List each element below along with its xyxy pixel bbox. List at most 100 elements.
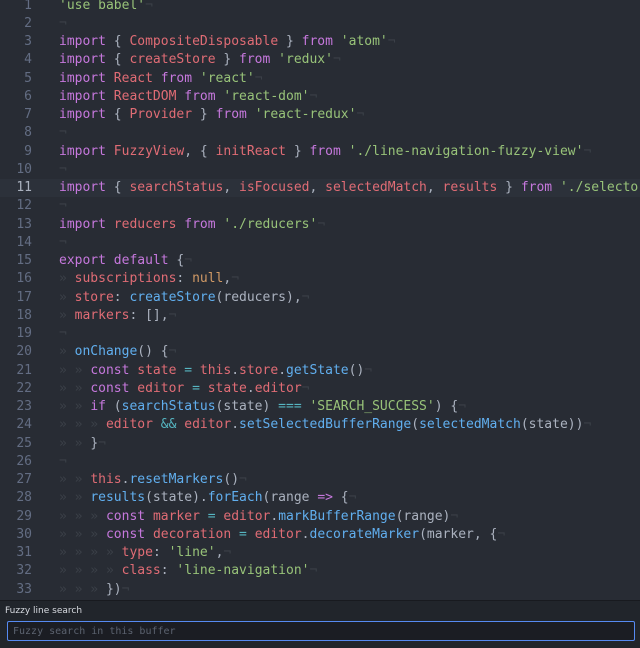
line-code[interactable]: import ReactDOM from 'react-dom'¬ [59, 88, 317, 106]
line-code[interactable]: » onChange() {¬ [59, 343, 176, 361]
line-code[interactable]: import FuzzyView, { initReact } from './… [59, 143, 591, 161]
code-line[interactable]: 24 » » » editor && editor.setSelectedBuff… [0, 416, 640, 434]
line-code[interactable]: ¬ [59, 15, 67, 33]
line-number[interactable]: 2 [0, 15, 32, 33]
line-number[interactable]: 1 [0, 0, 32, 15]
code-line[interactable]: 3 import { CompositeDisposable } from 'at… [0, 33, 640, 51]
line-number[interactable]: 5 [0, 70, 32, 88]
line-number[interactable]: 10 [0, 161, 32, 179]
line-code[interactable]: » » » const marker = editor.markBufferRa… [59, 508, 458, 526]
code-line[interactable]: 6 import ReactDOM from 'react-dom'¬ [0, 88, 640, 106]
code-line[interactable]: 4 import { createStore } from 'redux'¬ [0, 51, 640, 69]
line-number[interactable]: 31 [0, 544, 32, 562]
line-number[interactable]: 4 [0, 51, 32, 69]
line-number[interactable]: 22 [0, 380, 32, 398]
line-code[interactable]: » subscriptions: null,¬ [59, 270, 239, 288]
line-code[interactable]: » markers: [],¬ [59, 307, 176, 325]
line-code[interactable]: » » this.resetMarkers()¬ [59, 471, 247, 489]
code-line[interactable]: 2 ¬ [0, 15, 640, 33]
line-code[interactable]: » » }¬ [59, 435, 106, 453]
line-code[interactable]: ¬ [59, 234, 67, 252]
line-number[interactable]: 8 [0, 124, 32, 142]
code-line[interactable]: 15 export default {¬ [0, 252, 640, 270]
line-number[interactable]: 24 [0, 416, 32, 434]
code-line[interactable]: 5 import React from 'react'¬ [0, 70, 640, 88]
code-line[interactable]: 26 ¬ [0, 453, 640, 471]
line-number[interactable]: 33 [0, 581, 32, 599]
line-code[interactable]: » » » » class: 'line-navigation'¬ [59, 562, 317, 580]
line-code[interactable]: » » » » type: 'line',¬ [59, 544, 231, 562]
code-line[interactable]: 17 » store: createStore(reducers),¬ [0, 289, 640, 307]
line-code[interactable]: import { CompositeDisposable } from 'ato… [59, 33, 396, 51]
line-number[interactable]: 14 [0, 234, 32, 252]
code-line[interactable]: 16 » subscriptions: null,¬ [0, 270, 640, 288]
line-number[interactable]: 30 [0, 526, 32, 544]
line-code[interactable]: » » results(state).forEach(range => {¬ [59, 489, 356, 507]
fuzzy-search-input[interactable] [7, 621, 635, 641]
line-code[interactable]: ¬ [59, 197, 67, 215]
line-number[interactable]: 29 [0, 508, 32, 526]
line-code[interactable]: import { searchStatus, isFocused, select… [59, 179, 640, 197]
code-line[interactable]: 21 » » const state = this.store.getState(… [0, 362, 640, 380]
code-line[interactable]: 29 » » » const marker = editor.markBuffer… [0, 508, 640, 526]
line-number[interactable]: 9 [0, 143, 32, 161]
line-number[interactable]: 19 [0, 325, 32, 343]
code-line[interactable]: 30 » » » const decoration = editor.decora… [0, 526, 640, 544]
line-code[interactable]: ¬ [59, 453, 67, 471]
line-code[interactable]: » store: createStore(reducers),¬ [59, 289, 309, 307]
code-line[interactable]: 8 ¬ [0, 124, 640, 142]
line-code[interactable]: 'use babel'¬ [59, 0, 153, 15]
line-code[interactable]: ¬ [59, 124, 67, 142]
line-number[interactable]: 3 [0, 33, 32, 51]
code-line[interactable]: 9 import FuzzyView, { initReact } from '.… [0, 143, 640, 161]
line-code[interactable]: » » if (searchStatus(state) === 'SEARCH_… [59, 398, 466, 416]
line-number[interactable]: 6 [0, 88, 32, 106]
line-code[interactable]: » » » const decoration = editor.decorate… [59, 526, 505, 544]
line-code[interactable]: import reducers from './reducers'¬ [59, 216, 325, 234]
code-line[interactable]: 11 import { searchStatus, isFocused, sele… [0, 179, 640, 198]
code-line[interactable]: 19 ¬ [0, 325, 640, 343]
code-line[interactable]: 12 ¬ [0, 197, 640, 215]
line-number[interactable]: 21 [0, 362, 32, 380]
code-line[interactable]: 20 » onChange() {¬ [0, 343, 640, 361]
line-number[interactable]: 16 [0, 270, 32, 288]
code-line[interactable]: 27 » » this.resetMarkers()¬ [0, 471, 640, 489]
code-line[interactable]: 25 » » }¬ [0, 435, 640, 453]
code-line[interactable]: 23 » » if (searchStatus(state) === 'SEARC… [0, 398, 640, 416]
line-number[interactable]: 23 [0, 398, 32, 416]
code-line[interactable]: 10 ¬ [0, 161, 640, 179]
line-code[interactable]: » » » })¬ [59, 581, 129, 599]
code-line[interactable]: 13 import reducers from './reducers'¬ [0, 216, 640, 234]
line-code[interactable]: import { Provider } from 'react-redux'¬ [59, 106, 364, 124]
line-number[interactable]: 18 [0, 307, 32, 325]
code-line[interactable]: 18 » markers: [],¬ [0, 307, 640, 325]
line-code[interactable]: » » const state = this.store.getState()¬ [59, 362, 372, 380]
line-number[interactable]: 25 [0, 435, 32, 453]
line-code[interactable]: » » » editor && editor.setSelectedBuffer… [59, 416, 591, 434]
code-line[interactable]: 28 » » results(state).forEach(range => {¬ [0, 489, 640, 507]
code-editor[interactable]: 1'use babel'¬ 2 ¬ 3 import { CompositeDispos… [0, 0, 640, 600]
line-number[interactable]: 27 [0, 471, 32, 489]
line-number[interactable]: 11 [0, 179, 32, 197]
code-line[interactable]: 32 » » » » class: 'line-navigation'¬ [0, 562, 640, 580]
code-line[interactable]: 7 import { Provider } from 'react-redux'¬ [0, 106, 640, 124]
line-code[interactable]: export default {¬ [59, 252, 192, 270]
line-number[interactable]: 26 [0, 453, 32, 471]
line-number[interactable]: 15 [0, 252, 32, 270]
line-number[interactable]: 28 [0, 489, 32, 507]
line-code[interactable]: import React from 'react'¬ [59, 70, 263, 88]
line-code[interactable]: » » const editor = state.editor¬ [59, 380, 310, 398]
line-number[interactable]: 17 [0, 289, 32, 307]
line-code[interactable]: import { createStore } from 'redux'¬ [59, 51, 341, 69]
line-code[interactable]: ¬ [59, 161, 67, 179]
code-line[interactable]: 22 » » const editor = state.editor¬ [0, 380, 640, 398]
code-line[interactable]: 1 'use babel'¬ [0, 0, 640, 15]
line-number[interactable]: 20 [0, 343, 32, 361]
line-number[interactable]: 12 [0, 197, 32, 215]
line-number[interactable]: 7 [0, 106, 32, 124]
line-number[interactable]: 32 [0, 562, 32, 580]
line-number[interactable]: 13 [0, 216, 32, 234]
line-code[interactable]: ¬ [59, 325, 67, 343]
code-line[interactable]: 31 » » » » type: 'line',¬ [0, 544, 640, 562]
code-line[interactable]: 14 ¬ [0, 234, 640, 252]
